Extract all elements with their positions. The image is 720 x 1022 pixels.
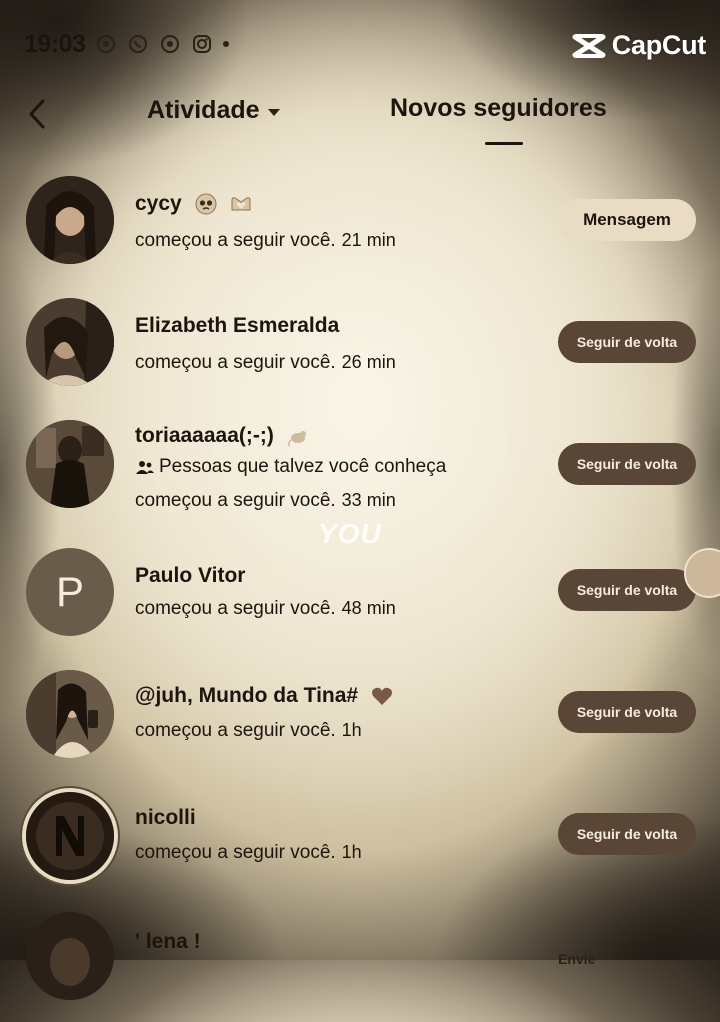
follow-back-button[interactable]: Seguir de volta <box>558 813 696 855</box>
follower-name[interactable]: @juh, Mundo da Tina# <box>135 684 394 708</box>
back-button[interactable] <box>22 94 52 134</box>
follower-name[interactable]: ' lena ! <box>135 930 201 954</box>
follower-row[interactable]: cycy começou a seguir você. 21 min Mensag… <box>0 172 720 282</box>
follower-row[interactable]: @juh, Mundo da Tina# começou a seguir vo… <box>0 668 720 778</box>
camera-icon <box>95 33 117 55</box>
capcut-logo-icon <box>572 33 606 58</box>
suggestion-hint: Pessoas que talvez você conheça <box>135 456 446 478</box>
follow-back-button[interactable]: Seguir de volta <box>558 321 696 363</box>
brown-heart-icon <box>370 684 394 708</box>
avatar[interactable] <box>26 670 114 758</box>
tab-new-followers[interactable]: Novos seguidores <box>390 94 607 123</box>
follower-row[interactable]: toriaaaaaa(;-;) Pessoas que talvez você … <box>0 416 720 526</box>
overlay-text: YOU <box>318 518 382 549</box>
follow-time: 21 min <box>341 230 396 250</box>
avatar[interactable] <box>26 176 114 264</box>
status-time: 19:03 <box>24 29 86 58</box>
follower-name[interactable]: Paulo Vitor <box>135 564 245 588</box>
follower-name[interactable]: toriaaaaaa(;-;) <box>135 424 310 448</box>
follower-status: começou a seguir você. 21 min <box>135 230 396 251</box>
follower-name[interactable]: Elizabeth Esmeralda <box>135 314 339 338</box>
capcut-watermark: CapCut <box>572 30 706 61</box>
message-button[interactable]: Mensagem <box>558 199 696 241</box>
avatar[interactable] <box>26 298 114 386</box>
status-bar: 19:03 <box>24 28 230 60</box>
follow-back-button[interactable]: Seguir de volta <box>558 443 696 485</box>
follow-back-button[interactable]: Seguir de volta <box>558 569 696 611</box>
follower-row[interactable]: Elizabeth Esmeralda começou a seguir voc… <box>0 294 720 404</box>
follower-status: começou a seguir você. 26 min <box>135 352 396 373</box>
follower-row[interactable]: P Paulo Vitor começou a seguir você. 48 m… <box>0 546 720 656</box>
rat-emoji-icon <box>286 424 310 448</box>
follower-name[interactable]: nicolli <box>135 806 196 830</box>
header: Atividade Novos seguidores <box>0 86 720 146</box>
avatar[interactable] <box>26 912 114 1000</box>
chevron-down-icon <box>267 108 280 116</box>
follow-time: 48 min <box>341 598 396 618</box>
follower-status: começou a seguir você. 1h <box>135 720 362 741</box>
heart-hands-emoji-icon <box>229 192 253 216</box>
pleading-face-emoji-icon <box>194 192 218 216</box>
whatsapp-icon <box>127 33 149 55</box>
instagram-icon <box>191 33 213 55</box>
notification-dot-icon <box>223 41 230 47</box>
watermark-text: CapCut <box>611 30 707 60</box>
follow-time: 26 min <box>341 352 396 372</box>
follower-status: começou a seguir você. 48 min <box>135 598 396 619</box>
follow-time: 33 min <box>341 490 396 510</box>
follow-time: 1h <box>341 842 362 862</box>
follower-row[interactable]: nicolli começou a seguir você. 1h Seguir … <box>0 790 720 900</box>
tab-underline <box>485 142 523 145</box>
send-button[interactable]: Envie <box>540 938 696 980</box>
tab-activity-label: Atividade <box>147 96 260 124</box>
avatar[interactable] <box>26 420 114 508</box>
follower-status: começou a seguir você. 1h <box>135 842 362 863</box>
follower-status: começou a seguir você. 33 min <box>135 490 396 511</box>
avatar[interactable] <box>26 792 114 880</box>
follower-row[interactable]: ' lena ! Envie <box>0 912 720 1022</box>
follower-name[interactable]: cycy <box>135 192 253 216</box>
follow-back-button[interactable]: Seguir de volta <box>558 691 696 733</box>
back-arrow-icon <box>29 99 45 129</box>
people-icon <box>136 461 154 474</box>
tab-activity[interactable]: Atividade <box>147 96 280 125</box>
avatar[interactable]: P <box>26 548 114 636</box>
camera-icon <box>159 33 181 55</box>
follow-time: 1h <box>341 720 362 740</box>
